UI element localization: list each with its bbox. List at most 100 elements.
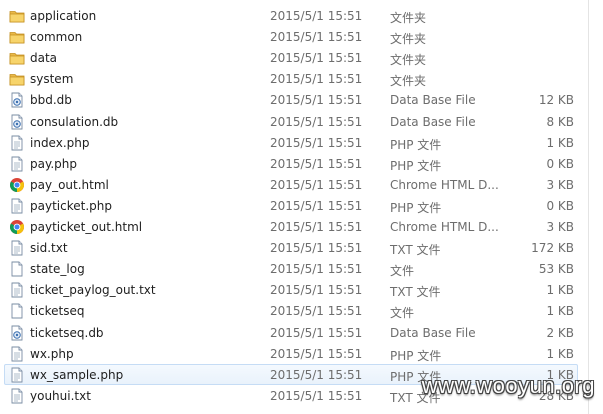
database-file-icon [9, 114, 25, 130]
file-type: TXT 文件 [390, 285, 441, 300]
file-date-modified: 2015/5/1 15:51 [270, 346, 363, 361]
file-type: Chrome HTML D... [390, 220, 499, 234]
file-name: pay_out.html [30, 177, 109, 192]
file-size: 8 KB [546, 114, 574, 129]
file-name: ticket_paylog_out.txt [30, 283, 156, 298]
file-row[interactable]: payticket_out.html 2015/5/1 15:51 Chrome H… [4, 216, 578, 237]
file-row[interactable]: pay_out.html 2015/5/1 15:51 Chrome HTML D.… [4, 174, 578, 195]
file-row[interactable]: ticketseq 2015/5/1 15:51 文件 1 KB [4, 300, 578, 321]
file-type: Data Base File [390, 114, 476, 129]
file-date-modified: 2015/5/1 15:51 [270, 262, 363, 277]
file-date-modified: 2015/5/1 15:51 [270, 367, 363, 382]
file-row[interactable]: index.php 2015/5/1 15:51 PHP 文件 1 KB [4, 132, 578, 153]
file-name: youhui.txt [30, 388, 91, 403]
file-type: Data Base File [390, 93, 476, 108]
file-row[interactable]: pay.php 2015/5/1 15:51 PHP 文件 0 KB [4, 153, 578, 174]
folder-icon [9, 50, 25, 66]
file-type: PHP 文件 [390, 200, 442, 215]
file-row[interactable]: payticket.php 2015/5/1 15:51 PHP 文件 0 KB [4, 195, 578, 216]
file-date-modified: 2015/5/1 15:51 [270, 72, 363, 87]
file-name: state_log [30, 262, 85, 277]
database-file-icon [9, 325, 25, 341]
file-name: consulation.db [30, 114, 119, 129]
file-row[interactable]: application 2015/5/1 15:51 文件夹 [4, 5, 578, 26]
file-size: 1 KB [546, 135, 574, 150]
file-size: 0 KB [546, 156, 574, 171]
file-date-modified: 2015/5/1 15:51 [270, 325, 363, 340]
file-date-modified: 2015/5/1 15:51 [270, 114, 363, 129]
file-date-modified: 2015/5/1 15:51 [270, 304, 363, 319]
file-type: PHP 文件 [390, 348, 442, 363]
file-name: system [30, 72, 74, 87]
file-size: 0 KB [546, 198, 574, 213]
text-file-icon [9, 346, 25, 362]
file-name: ticketseq.db [30, 325, 104, 340]
file-size: 1 KB [546, 346, 574, 361]
file-name: index.php [30, 135, 90, 150]
file-date-modified: 2015/5/1 15:51 [270, 93, 363, 108]
blank-file-icon [9, 261, 25, 277]
file-row[interactable]: system 2015/5/1 15:51 文件夹 [4, 68, 578, 89]
file-row[interactable]: consulation.db 2015/5/1 15:51 Data Base Fi… [4, 111, 578, 132]
scrollbar-track[interactable] [588, 0, 589, 414]
file-date-modified: 2015/5/1 15:51 [270, 9, 363, 23]
file-date-modified: 2015/5/1 15:51 [270, 51, 363, 66]
file-size: 1 KB [546, 304, 574, 319]
file-row[interactable]: sid.txt 2015/5/1 15:51 TXT 文件 172 KB [4, 237, 578, 258]
file-type: PHP 文件 [390, 158, 442, 173]
file-size: 3 KB [546, 177, 574, 192]
folder-icon [9, 71, 25, 87]
text-file-icon [9, 367, 25, 383]
file-row[interactable]: wx.php 2015/5/1 15:51 PHP 文件 1 KB [4, 343, 578, 364]
file-date-modified: 2015/5/1 15:51 [270, 388, 363, 403]
blank-file-icon [9, 303, 25, 319]
file-date-modified: 2015/5/1 15:51 [270, 198, 363, 213]
file-name: wx_sample.php [30, 367, 124, 382]
file-date-modified: 2015/5/1 15:51 [270, 30, 363, 45]
file-date-modified: 2015/5/1 15:51 [270, 220, 363, 234]
text-file-icon [9, 388, 25, 404]
file-date-modified: 2015/5/1 15:51 [270, 156, 363, 171]
file-size: 1 KB [546, 283, 574, 298]
text-file-icon [9, 198, 25, 214]
file-date-modified: 2015/5/1 15:51 [270, 135, 363, 150]
text-file-icon [9, 240, 25, 256]
file-size: 53 KB [538, 262, 574, 277]
file-date-modified: 2015/5/1 15:51 [270, 241, 363, 256]
chrome-icon [9, 177, 25, 193]
file-type: 文件夹 [390, 11, 427, 25]
file-name: payticket.php [30, 198, 112, 213]
file-name: wx.php [30, 346, 74, 361]
file-list: application 2015/5/1 15:51 文件夹 common 2015/5… [0, 0, 603, 414]
file-name: ticketseq [30, 304, 85, 319]
file-size: 2 KB [546, 325, 574, 340]
text-file-icon [9, 282, 25, 298]
folder-icon [9, 8, 25, 24]
file-type: 文件夹 [390, 74, 427, 89]
file-type: Chrome HTML D... [390, 177, 499, 192]
file-type: Data Base File [390, 325, 476, 340]
file-type: 文件 [390, 306, 415, 321]
file-type: 文件夹 [390, 53, 427, 68]
file-name: payticket_out.html [30, 220, 143, 234]
text-file-icon [9, 135, 25, 151]
file-row[interactable]: ticket_paylog_out.txt 2015/5/1 15:51 TXT 文… [4, 279, 578, 300]
database-file-icon [9, 92, 25, 108]
file-row[interactable]: data 2015/5/1 15:51 文件夹 [4, 47, 578, 68]
file-size: 172 KB [531, 241, 574, 256]
file-date-modified: 2015/5/1 15:51 [270, 177, 363, 192]
file-size: 12 KB [538, 93, 574, 108]
file-type: 文件夹 [390, 32, 427, 47]
file-date-modified: 2015/5/1 15:51 [270, 283, 363, 298]
text-file-icon [9, 156, 25, 172]
file-row[interactable]: bbd.db 2015/5/1 15:51 Data Base File 12 KB [4, 89, 578, 110]
watermark-text: www.wooyun.org [421, 373, 595, 398]
file-row[interactable]: common 2015/5/1 15:51 文件夹 [4, 26, 578, 47]
file-name: data [30, 51, 58, 66]
file-name: sid.txt [30, 241, 68, 256]
file-row[interactable]: ticketseq.db 2015/5/1 15:51 Data Base File… [4, 322, 578, 343]
file-type: 文件 [390, 264, 415, 279]
file-type: PHP 文件 [390, 137, 442, 152]
file-name: pay.php [30, 156, 78, 171]
file-row[interactable]: state_log 2015/5/1 15:51 文件 53 KB [4, 258, 578, 279]
